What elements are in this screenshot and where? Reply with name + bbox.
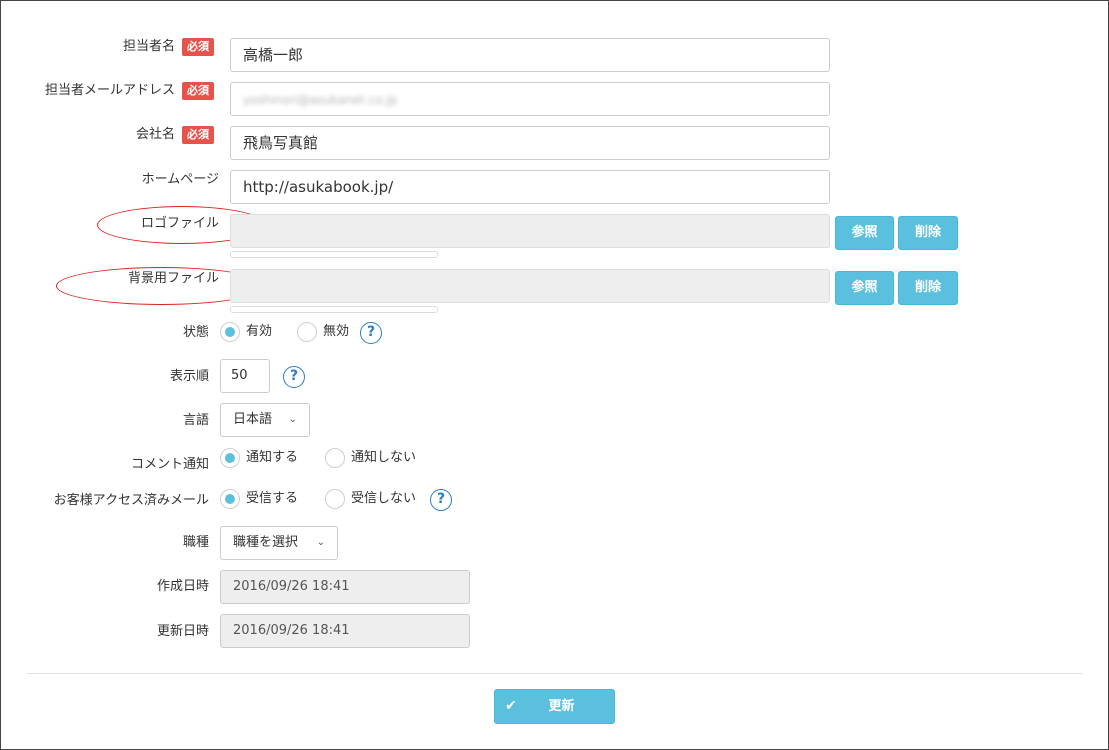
access-mail-option-on: 受信する bbox=[246, 491, 299, 506]
background-file-label: 背景用ファイル bbox=[127, 271, 219, 286]
update-button-label: 更新 bbox=[548, 699, 575, 714]
homepage-input[interactable]: http://asukabook.jp/ bbox=[230, 170, 830, 204]
chevron-down-icon: ⌄ bbox=[288, 414, 297, 425]
status-radio-inactive[interactable] bbox=[297, 322, 317, 342]
display-order-input[interactable]: 50 bbox=[220, 359, 270, 393]
required-badge: 必須 bbox=[182, 126, 214, 144]
logo-file-input[interactable] bbox=[230, 214, 830, 248]
chevron-down-icon: ⌄ bbox=[316, 537, 325, 548]
job-type-value: 職種を選択 bbox=[233, 535, 299, 550]
comment-notify-radio-on[interactable] bbox=[220, 448, 240, 468]
background-delete-button[interactable]: 削除 bbox=[898, 271, 958, 305]
access-mail-option-off: 受信しない bbox=[351, 491, 417, 506]
comment-notify-option-off: 通知しない bbox=[351, 450, 417, 465]
company-input[interactable]: 飛鳥写真館 bbox=[230, 126, 830, 160]
logo-file-label: ロゴファイル bbox=[140, 216, 219, 231]
comment-notify-label: コメント通知 bbox=[130, 457, 209, 472]
created-at-label: 作成日時 bbox=[156, 579, 209, 594]
person-name-label: 担当者名 bbox=[122, 39, 175, 54]
status-radio-active[interactable] bbox=[220, 322, 240, 342]
display-order-label: 表示順 bbox=[169, 369, 209, 384]
language-select[interactable]: 日本語 ⌄ bbox=[220, 403, 310, 437]
updated-at-label: 更新日時 bbox=[156, 624, 209, 639]
help-circle-icon[interactable]: ? bbox=[283, 366, 305, 388]
comment-notify-option-on: 通知する bbox=[246, 450, 299, 465]
access-mail-radio-on[interactable] bbox=[220, 489, 240, 509]
job-type-select[interactable]: 職種を選択 ⌄ bbox=[220, 526, 338, 560]
background-file-input[interactable] bbox=[230, 269, 830, 303]
person-email-label: 担当者メールアドレス bbox=[44, 83, 175, 98]
access-mail-label: お客様アクセス済みメール bbox=[53, 493, 209, 508]
language-label: 言語 bbox=[182, 413, 209, 428]
required-badge: 必須 bbox=[182, 82, 214, 100]
updated-at-field: 2016/09/26 18:41 bbox=[220, 614, 470, 648]
footer-divider bbox=[27, 673, 1083, 674]
status-label: 状態 bbox=[182, 325, 209, 340]
logo-file-progress bbox=[230, 251, 438, 258]
comment-notify-radio-off[interactable] bbox=[325, 448, 345, 468]
help-circle-icon[interactable]: ? bbox=[430, 489, 452, 511]
form-window: 担当者名 必須 高橋一郎 担当者メールアドレス 必須 yoshinori@asu… bbox=[0, 0, 1109, 750]
background-file-progress bbox=[230, 306, 438, 313]
logo-delete-button[interactable]: 削除 bbox=[898, 216, 958, 250]
status-option-active: 有効 bbox=[246, 324, 273, 339]
person-name-input[interactable]: 高橋一郎 bbox=[230, 38, 830, 72]
logo-browse-button[interactable]: 参照 bbox=[835, 216, 894, 250]
job-type-label: 職種 bbox=[182, 535, 209, 550]
person-email-value: yoshinori@asukanet.co.jp bbox=[243, 93, 398, 107]
access-mail-radio-off[interactable] bbox=[325, 489, 345, 509]
language-value: 日本語 bbox=[233, 412, 273, 427]
update-button[interactable]: ✔ 更新 bbox=[494, 689, 615, 724]
status-option-inactive: 無効 bbox=[323, 324, 350, 339]
person-email-input[interactable]: yoshinori@asukanet.co.jp bbox=[230, 82, 830, 116]
company-label: 会社名 bbox=[135, 127, 175, 142]
help-circle-icon[interactable]: ? bbox=[360, 322, 382, 344]
homepage-label: ホームページ bbox=[141, 172, 219, 187]
background-browse-button[interactable]: 参照 bbox=[835, 271, 894, 305]
created-at-field: 2016/09/26 18:41 bbox=[220, 570, 470, 604]
required-badge: 必須 bbox=[182, 38, 214, 56]
